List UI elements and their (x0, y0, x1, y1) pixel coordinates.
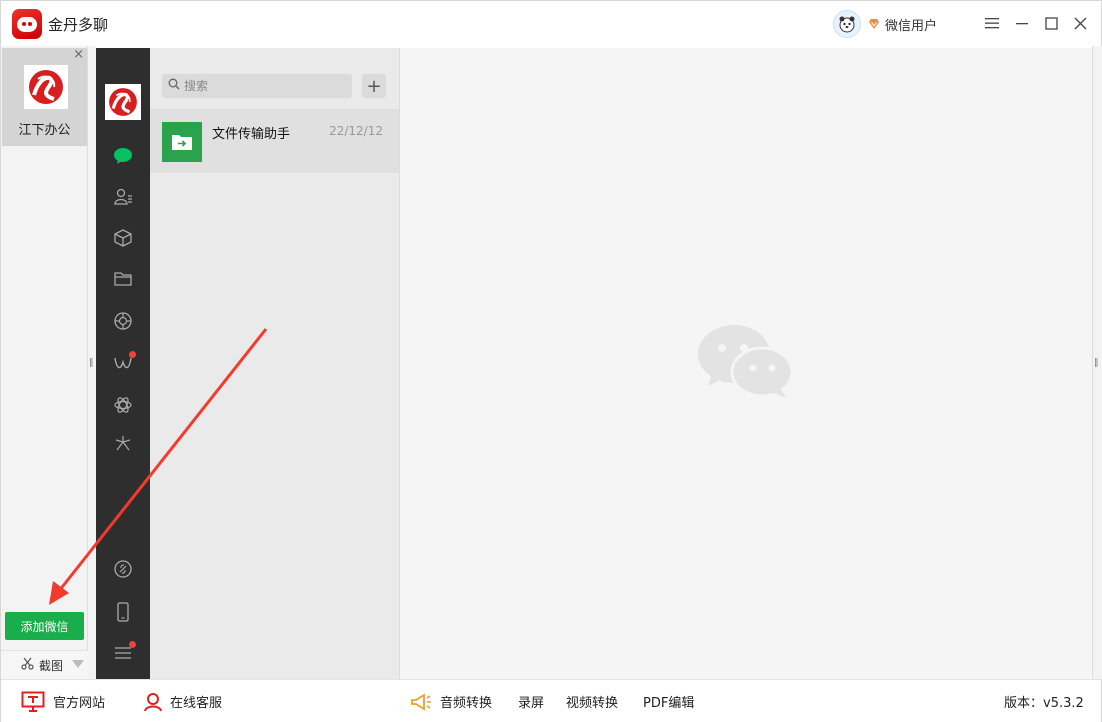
favorites-icon[interactable] (111, 226, 135, 250)
monitor-icon (21, 691, 45, 712)
chat-main-area (400, 48, 1092, 679)
scissors-icon (21, 657, 34, 674)
online-service-link[interactable]: 在线客服 (144, 680, 222, 722)
contacts-icon[interactable] (111, 185, 135, 209)
maximize-icon[interactable] (1040, 12, 1062, 34)
accounts-sidebar: × 江下办公 添加微信 截图 (1, 46, 88, 679)
close-icon[interactable] (1069, 12, 1091, 34)
audio-convert-link[interactable]: 音频转换 (410, 680, 492, 722)
vip-diamond-icon (867, 17, 881, 31)
title-bar: 金丹多聊 微信用户 (1, 1, 1101, 46)
pdf-edit-link[interactable]: PDF编辑 (643, 680, 694, 722)
chat-list-panel: + 文件传输助手 22/12/12 (150, 48, 400, 679)
notification-dot (129, 351, 136, 358)
search-icon[interactable] (111, 393, 135, 417)
service-person-icon (144, 692, 162, 711)
minimize-icon[interactable] (1011, 12, 1033, 34)
wechat-nav-bar (96, 48, 150, 679)
search-input[interactable] (184, 79, 344, 93)
screenshot-label: 截图 (39, 658, 64, 673)
version-label: 版本：v5.3.2 (1004, 696, 1084, 711)
dropdown-triangle-icon[interactable] (72, 660, 84, 668)
megaphone-icon (411, 692, 431, 711)
user-name[interactable]: 微信用户 (885, 15, 937, 34)
add-chat-button[interactable]: + (362, 74, 386, 98)
account-logo-icon (24, 65, 68, 109)
user-profile[interactable]: 微信用户 (833, 10, 937, 38)
left-splitter[interactable]: ‖ (88, 46, 96, 679)
grip-icon: ‖ (1094, 358, 1099, 368)
link-icon[interactable] (111, 557, 135, 581)
screen-record-link[interactable]: 录屏 (518, 680, 544, 722)
account-name: 江下办公 (18, 123, 71, 138)
chat-name: 文件传输助手 (212, 127, 291, 142)
account-close-icon[interactable]: × (73, 47, 84, 62)
official-site-label: 官方网站 (53, 696, 106, 711)
magnifier-icon (168, 78, 180, 94)
app-logo-icon (12, 9, 42, 39)
bottom-toolbar: 官方网站 在线客服 音频转换 录屏 视频转换 PDF编辑 版本：v5.3.2 (1, 679, 1101, 722)
online-service-label: 在线客服 (170, 696, 223, 711)
files-icon[interactable] (111, 267, 135, 291)
account-card[interactable]: × 江下办公 (2, 47, 87, 146)
moments-icon[interactable] (111, 309, 135, 333)
chat-icon[interactable] (111, 144, 135, 168)
user-avatar-icon[interactable] (833, 10, 861, 38)
mini-programs-icon[interactable] (111, 432, 135, 456)
video-convert-link[interactable]: 视频转换 (566, 680, 618, 722)
file-transfer-icon (162, 122, 202, 162)
app-window: 金丹多聊 微信用户 × 江下办公 添加微信 截图 ‖ 搜索 + 文件传输助手 2… (0, 0, 1102, 722)
add-wechat-button[interactable]: 添加微信 (5, 612, 84, 640)
notification-dot (129, 641, 136, 648)
app-title: 金丹多聊 (48, 16, 109, 34)
grip-icon: ‖ (89, 358, 94, 368)
channels-icon[interactable] (111, 351, 136, 375)
audio-convert-label: 音频转换 (440, 696, 493, 711)
wechat-avatar[interactable] (105, 84, 141, 120)
right-splitter[interactable]: ‖ (1092, 46, 1102, 679)
hamburger-icon[interactable] (981, 12, 1003, 34)
official-site-link[interactable]: 官方网站 (21, 680, 105, 722)
search-box[interactable] (162, 74, 352, 98)
chat-item-file-transfer[interactable]: 文件传输助手 22/12/12 (150, 109, 399, 173)
chat-time: 22/12/12 (329, 124, 383, 138)
menu-icon[interactable] (111, 641, 136, 665)
screenshot-tool[interactable]: 截图 (1, 650, 88, 679)
wechat-watermark-icon (698, 324, 794, 404)
phone-icon[interactable] (111, 600, 135, 624)
